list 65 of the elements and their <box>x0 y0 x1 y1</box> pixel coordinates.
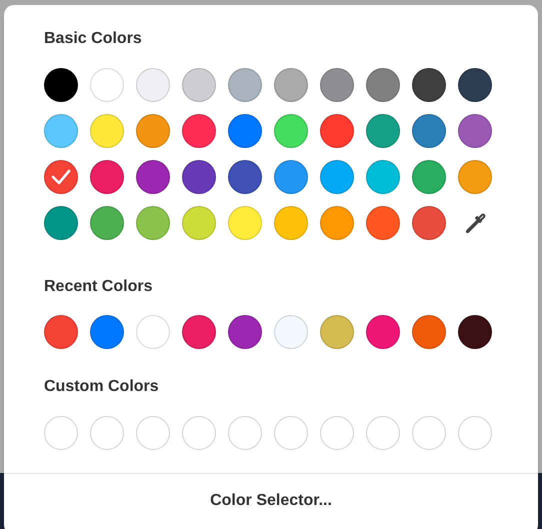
color-swatch[interactable] <box>44 114 78 148</box>
color-swatch[interactable] <box>136 68 170 102</box>
color-swatch[interactable] <box>90 68 124 102</box>
color-swatch[interactable] <box>274 114 308 148</box>
color-swatch[interactable] <box>458 114 492 148</box>
color-swatch[interactable] <box>320 160 354 194</box>
color-swatch[interactable] <box>320 315 354 349</box>
color-swatch[interactable] <box>366 160 400 194</box>
color-swatch[interactable] <box>136 206 170 240</box>
empty-color-slot[interactable] <box>136 416 170 450</box>
color-swatch[interactable] <box>458 68 492 102</box>
color-swatch[interactable] <box>182 160 216 194</box>
color-swatch[interactable] <box>44 206 78 240</box>
color-swatch[interactable] <box>412 206 446 240</box>
section-title: Custom Colors <box>44 377 160 397</box>
color-swatch[interactable] <box>366 315 400 349</box>
color-swatch[interactable] <box>90 114 124 148</box>
color-swatch[interactable] <box>44 68 78 102</box>
color-swatch[interactable] <box>274 206 308 240</box>
eyedropper-icon[interactable] <box>463 211 487 235</box>
color-swatch[interactable] <box>458 160 492 194</box>
color-swatch[interactable] <box>228 68 262 102</box>
empty-color-slot[interactable] <box>274 416 308 450</box>
color-swatch[interactable] <box>136 114 170 148</box>
color-swatch[interactable] <box>182 315 216 349</box>
color-swatch[interactable] <box>182 206 216 240</box>
color-swatch[interactable] <box>366 68 400 102</box>
section-title: Basic Colors <box>44 29 143 49</box>
color-swatch[interactable] <box>412 160 446 194</box>
color-swatch[interactable] <box>44 160 78 194</box>
color-swatch[interactable] <box>182 68 216 102</box>
color-swatch[interactable] <box>182 114 216 148</box>
color-swatch[interactable] <box>44 315 78 349</box>
color-swatch[interactable] <box>366 206 400 240</box>
empty-color-slot[interactable] <box>182 416 216 450</box>
color-swatch[interactable] <box>320 206 354 240</box>
color-swatch[interactable] <box>412 68 446 102</box>
empty-color-slot[interactable] <box>228 416 262 450</box>
color-swatch[interactable] <box>90 315 124 349</box>
color-swatch[interactable] <box>228 315 262 349</box>
empty-color-slot[interactable] <box>44 416 78 450</box>
color-swatch[interactable] <box>90 160 124 194</box>
color-swatch[interactable] <box>366 114 400 148</box>
color-swatch[interactable] <box>90 206 124 240</box>
color-swatch[interactable] <box>228 206 262 240</box>
color-selector-button[interactable]: Color Selector... <box>4 474 538 528</box>
color-swatch[interactable] <box>412 114 446 148</box>
color-swatch[interactable] <box>136 315 170 349</box>
color-swatch[interactable] <box>274 315 308 349</box>
color-swatch[interactable] <box>228 160 262 194</box>
color-swatch[interactable] <box>412 315 446 349</box>
empty-color-slot[interactable] <box>412 416 446 450</box>
checkmark-icon <box>51 169 71 185</box>
empty-color-slot[interactable] <box>90 416 124 450</box>
empty-color-slot[interactable] <box>320 416 354 450</box>
empty-color-slot[interactable] <box>366 416 400 450</box>
color-swatch[interactable] <box>320 114 354 148</box>
color-swatch[interactable] <box>136 160 170 194</box>
color-swatch[interactable] <box>320 68 354 102</box>
color-swatch[interactable] <box>458 315 492 349</box>
section-title: Recent Colors <box>44 277 154 297</box>
color-swatch[interactable] <box>274 68 308 102</box>
empty-color-slot[interactable] <box>458 416 492 450</box>
color-swatch[interactable] <box>274 160 308 194</box>
color-swatch[interactable] <box>228 114 262 148</box>
